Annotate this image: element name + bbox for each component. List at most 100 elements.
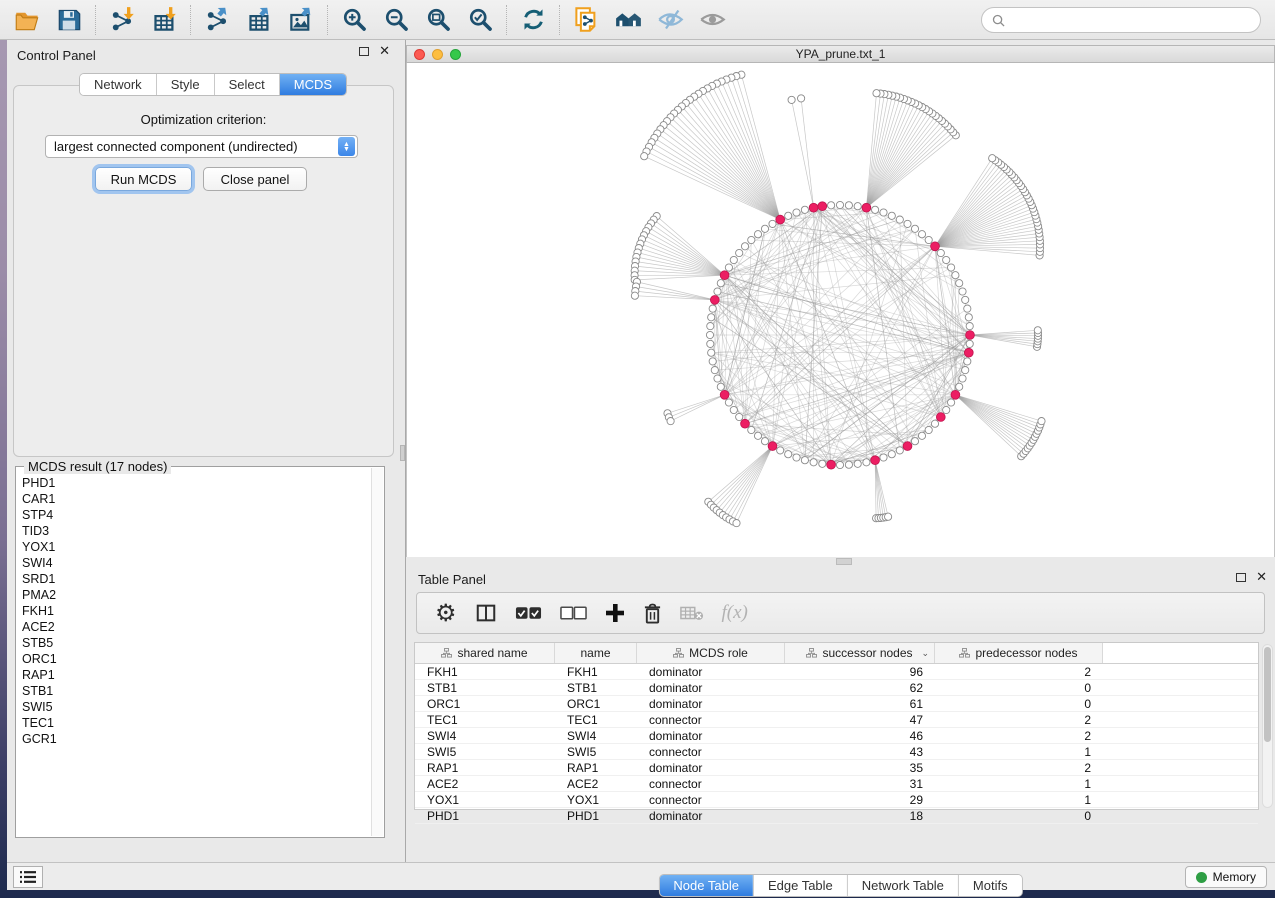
cell-shared-name[interactable]: ORC1 — [415, 697, 555, 711]
cell-shared-name[interactable]: FKH1 — [415, 665, 555, 679]
search-box[interactable] — [981, 7, 1261, 33]
cell-successor-nodes[interactable]: 31 — [785, 777, 935, 791]
table-row[interactable]: ORC1ORC1dominator610 — [415, 696, 1258, 712]
cell-MCDS-role[interactable]: dominator — [637, 681, 785, 695]
mcds-result-item[interactable]: SWI4 — [18, 555, 370, 571]
cell-name[interactable]: ORC1 — [555, 697, 637, 711]
cell-name[interactable]: ACE2 — [555, 777, 637, 791]
close-panel-icon[interactable]: ✕ — [379, 46, 390, 56]
tab-motifs[interactable]: Motifs — [958, 875, 1022, 896]
columns-icon[interactable] — [475, 602, 497, 624]
export-image-button[interactable] — [280, 3, 322, 37]
float-panel-icon[interactable] — [359, 47, 369, 56]
cell-predecessor-nodes[interactable]: 0 — [935, 809, 1103, 823]
cell-predecessor-nodes[interactable]: 1 — [935, 777, 1103, 791]
mcds-result-item[interactable]: TEC1 — [18, 715, 370, 731]
mcds-result-item[interactable]: PMA2 — [18, 587, 370, 603]
column-header-predecessor-nodes[interactable]: predecessor nodes — [935, 643, 1103, 663]
hide-selected-button[interactable] — [649, 3, 691, 37]
tab-network-table[interactable]: Network Table — [847, 875, 958, 896]
cell-MCDS-role[interactable]: dominator — [637, 697, 785, 711]
network-canvas[interactable] — [406, 63, 1275, 597]
zoom-selected-button[interactable] — [459, 3, 501, 37]
cell-shared-name[interactable]: ACE2 — [415, 777, 555, 791]
cell-successor-nodes[interactable]: 96 — [785, 665, 935, 679]
vertical-splitter-handle[interactable] — [400, 445, 405, 461]
select-all-icon[interactable] — [515, 606, 542, 620]
cell-predecessor-nodes[interactable]: 2 — [935, 713, 1103, 727]
mcds-result-item[interactable]: PHD1 — [18, 475, 370, 491]
cell-successor-nodes[interactable]: 61 — [785, 697, 935, 711]
table-row[interactable]: TEC1TEC1connector472 — [415, 712, 1258, 728]
table-scrollbar-thumb[interactable] — [1264, 647, 1271, 742]
cell-MCDS-role[interactable]: connector — [637, 713, 785, 727]
cell-MCDS-role[interactable]: connector — [637, 745, 785, 759]
cell-predecessor-nodes[interactable]: 0 — [935, 681, 1103, 695]
cell-successor-nodes[interactable]: 35 — [785, 761, 935, 775]
tab-style[interactable]: Style — [156, 74, 214, 95]
close-panel-button[interactable]: Close panel — [203, 167, 307, 191]
search-input[interactable] — [1011, 13, 1250, 27]
run-mcds-button[interactable]: Run MCDS — [95, 167, 192, 191]
table-row[interactable]: ACE2ACE2connector311 — [415, 776, 1258, 792]
cell-shared-name[interactable]: STB1 — [415, 681, 555, 695]
mcds-result-item[interactable]: ORC1 — [18, 651, 370, 667]
mcds-result-item[interactable]: STP4 — [18, 507, 370, 523]
mcds-result-item[interactable]: SRD1 — [18, 571, 370, 587]
table-row[interactable]: YOX1YOX1connector291 — [415, 792, 1258, 808]
mcds-result-item[interactable]: STB5 — [18, 635, 370, 651]
mcds-result-item[interactable]: FKH1 — [18, 603, 370, 619]
duplicate-network-button[interactable] — [565, 3, 607, 37]
export-network-button[interactable] — [196, 3, 238, 37]
column-header-MCDS-role[interactable]: MCDS role — [637, 643, 785, 663]
horizontal-splitter-handle[interactable] — [836, 558, 852, 565]
optimization-criterion-select[interactable]: largest connected component (undirected)… — [45, 135, 358, 158]
cell-name[interactable]: TEC1 — [555, 713, 637, 727]
cell-predecessor-nodes[interactable]: 1 — [935, 745, 1103, 759]
tab-node-table[interactable]: Node Table — [659, 875, 753, 896]
close-table-panel-icon[interactable]: ✕ — [1256, 572, 1267, 582]
cell-shared-name[interactable]: SWI4 — [415, 729, 555, 743]
cell-shared-name[interactable]: YOX1 — [415, 793, 555, 807]
gear-icon[interactable]: ⚙ — [435, 601, 457, 625]
column-header-name[interactable]: name — [555, 643, 637, 663]
cell-name[interactable]: FKH1 — [555, 665, 637, 679]
zoom-out-button[interactable] — [375, 3, 417, 37]
import-network-button[interactable] — [101, 3, 143, 37]
cell-shared-name[interactable]: TEC1 — [415, 713, 555, 727]
cell-shared-name[interactable]: PHD1 — [415, 809, 555, 823]
home-all-button[interactable] — [607, 3, 649, 37]
mcds-result-item[interactable]: ACE2 — [18, 619, 370, 635]
cell-name[interactable]: SWI5 — [555, 745, 637, 759]
table-row[interactable]: PHD1PHD1dominator180 — [415, 808, 1258, 824]
column-header-shared-name[interactable]: shared name — [415, 643, 555, 663]
cell-predecessor-nodes[interactable]: 2 — [935, 761, 1103, 775]
cell-MCDS-role[interactable]: dominator — [637, 665, 785, 679]
memory-button[interactable]: Memory — [1185, 866, 1267, 888]
cell-MCDS-role[interactable]: dominator — [637, 809, 785, 823]
delete-icon[interactable] — [643, 603, 662, 624]
zoom-in-button[interactable] — [333, 3, 375, 37]
cell-successor-nodes[interactable]: 46 — [785, 729, 935, 743]
mcds-result-list[interactable]: PHD1CAR1STP4TID3YOX1SWI4SRD1PMA2FKH1ACE2… — [18, 475, 370, 835]
cell-name[interactable]: RAP1 — [555, 761, 637, 775]
tab-select[interactable]: Select — [214, 74, 279, 95]
show-hidden-button[interactable] — [691, 3, 733, 37]
cell-MCDS-role[interactable]: connector — [637, 777, 785, 791]
table-row[interactable]: RAP1RAP1dominator352 — [415, 760, 1258, 776]
network-window-titlebar[interactable]: YPA_prune.txt_1 — [406, 45, 1275, 63]
table-row[interactable]: SWI4SWI4dominator462 — [415, 728, 1258, 744]
tab-edge-table[interactable]: Edge Table — [753, 875, 847, 896]
refresh-button[interactable] — [512, 3, 554, 37]
cell-predecessor-nodes[interactable]: 2 — [935, 665, 1103, 679]
table-scrollbar[interactable] — [1262, 644, 1273, 808]
table-row[interactable]: STB1STB1dominator620 — [415, 680, 1258, 696]
mcds-result-item[interactable]: GCR1 — [18, 731, 370, 747]
cell-shared-name[interactable]: RAP1 — [415, 761, 555, 775]
mcds-result-item[interactable]: YOX1 — [18, 539, 370, 555]
cell-name[interactable]: YOX1 — [555, 793, 637, 807]
cell-name[interactable]: STB1 — [555, 681, 637, 695]
cell-predecessor-nodes[interactable]: 2 — [935, 729, 1103, 743]
mcds-result-item[interactable]: RAP1 — [18, 667, 370, 683]
cell-shared-name[interactable]: SWI5 — [415, 745, 555, 759]
